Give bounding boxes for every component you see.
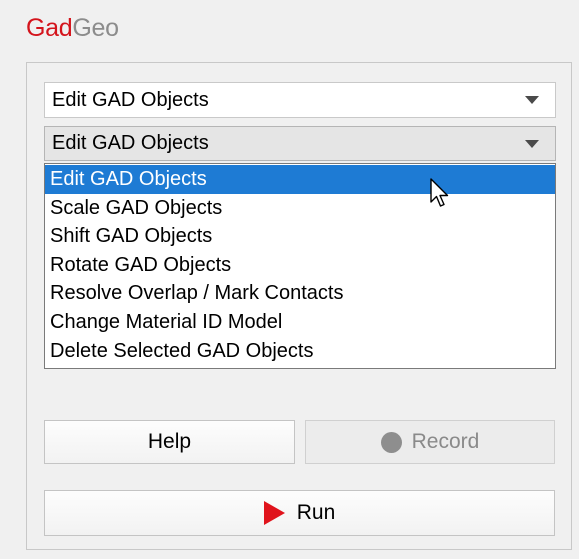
mode-select-open[interactable]: Edit GAD Objects: [44, 126, 556, 161]
mode-select-top[interactable]: Edit GAD Objects: [44, 82, 556, 118]
dropdown-item-resolve-overlap[interactable]: Resolve Overlap / Mark Contacts: [45, 279, 555, 308]
record-button-label: Record: [411, 430, 480, 453]
dropdown-item-edit-gad-objects[interactable]: Edit GAD Objects: [45, 165, 555, 194]
record-button[interactable]: Record: [305, 420, 555, 464]
dropdown-item-shift-gad-objects[interactable]: Shift GAD Objects: [45, 222, 555, 251]
app-title-geo: Geo: [72, 14, 119, 42]
chevron-down-icon: [525, 139, 539, 148]
record-icon: [380, 431, 402, 453]
chevron-down-icon: [525, 96, 539, 104]
mode-select-open-value: Edit GAD Objects: [52, 132, 209, 154]
help-button[interactable]: Help: [44, 420, 295, 464]
help-button-label: Help: [147, 430, 192, 453]
app-title-gad: Gad: [26, 14, 73, 42]
run-button-label: Run: [296, 501, 336, 524]
dropdown-item-scale-gad-objects[interactable]: Scale GAD Objects: [45, 194, 555, 223]
play-icon: [263, 501, 285, 525]
dropdown-item-change-material-id[interactable]: Change Material ID Model: [45, 308, 555, 337]
dropdown-item-delete-selected[interactable]: Delete Selected GAD Objects: [45, 337, 555, 366]
run-button[interactable]: Run: [44, 490, 555, 536]
dropdown-item-rotate-gad-objects[interactable]: Rotate GAD Objects: [45, 251, 555, 280]
app-title: GadGeo: [26, 14, 119, 43]
mode-select-top-value: Edit GAD Objects: [52, 88, 209, 111]
mouse-cursor-icon: [430, 178, 449, 207]
mode-dropdown-list: Edit GAD Objects Scale GAD Objects Shift…: [44, 163, 556, 369]
